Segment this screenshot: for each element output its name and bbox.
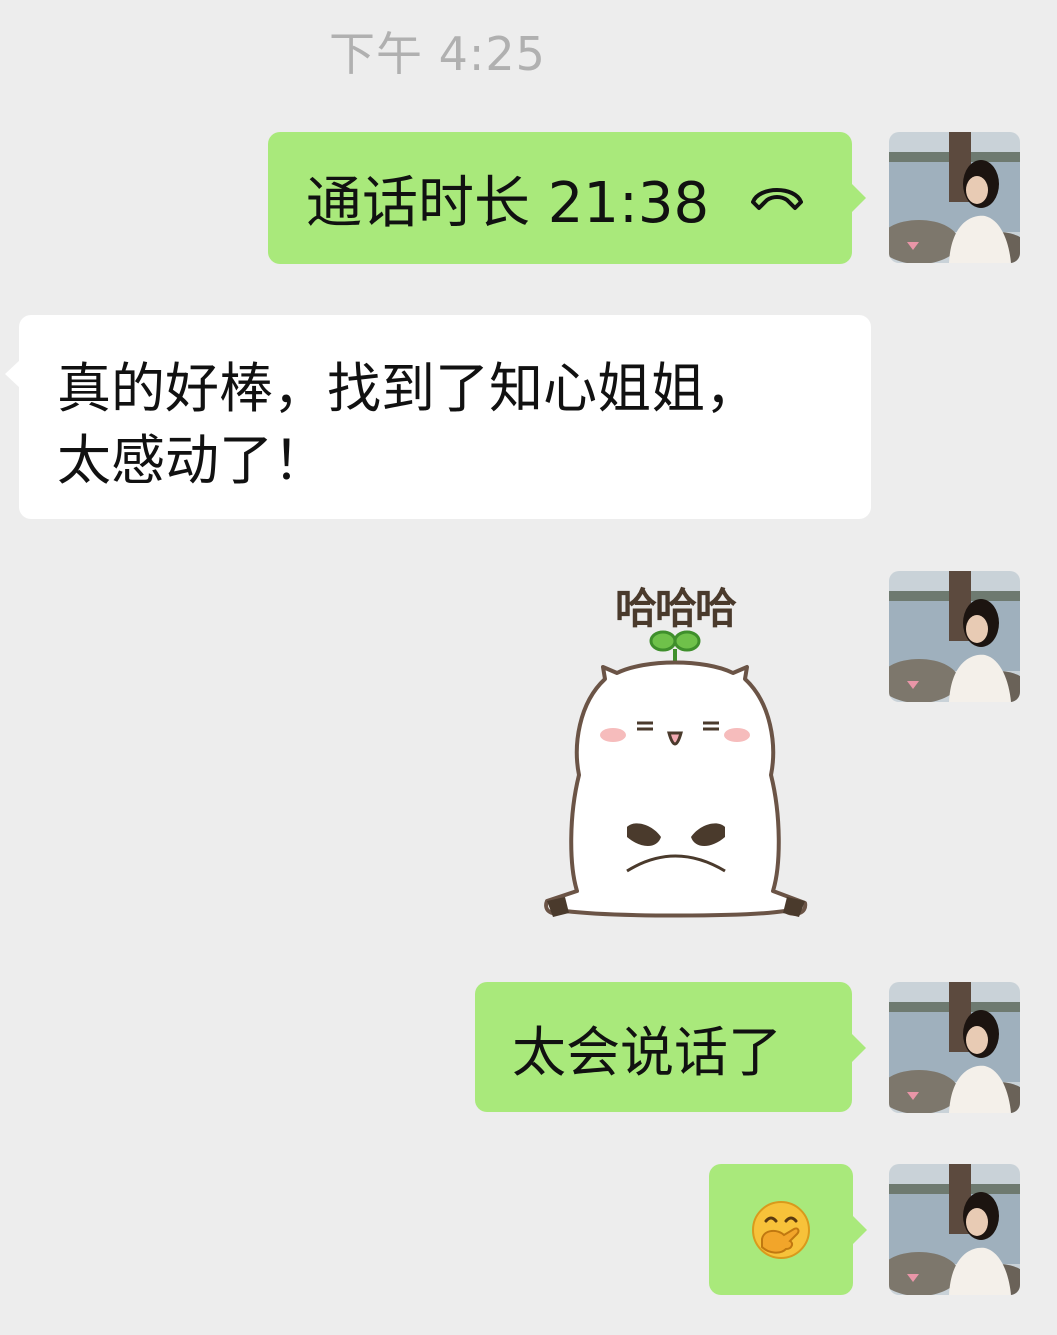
avatar-photo [889,571,1020,702]
avatar[interactable] [889,571,1020,702]
call-record-bubble[interactable]: 通话时长 21:38 [268,132,866,264]
avatar[interactable] [889,982,1020,1113]
message-text-line: 真的好棒，找到了知心姐姐， [57,357,759,420]
avatar[interactable] [889,1164,1020,1295]
face-with-hand-over-mouth-icon [752,1200,810,1259]
sticker-creature-image [544,630,808,918]
message-text: 太会说话了 [512,1020,782,1084]
call-duration-text: 通话时长 21:38 [306,170,710,236]
avatar-photo [889,982,1020,1113]
sent-emoji-bubble[interactable] [709,1164,867,1295]
sticker-message[interactable]: 哈哈哈 [535,575,815,925]
message-text-line: 太感动了！ [57,429,327,492]
avatar[interactable] [889,132,1020,263]
avatar-photo [889,132,1020,263]
chat-timestamp: 下午 4:25 [329,27,546,81]
phone-hangup-icon [751,188,804,210]
sent-message-bubble[interactable]: 太会说话了 [475,982,866,1112]
avatar-photo [889,1164,1020,1295]
received-message-bubble[interactable]: 真的好棒，找到了知心姐姐， 太感动了！ [5,315,871,519]
